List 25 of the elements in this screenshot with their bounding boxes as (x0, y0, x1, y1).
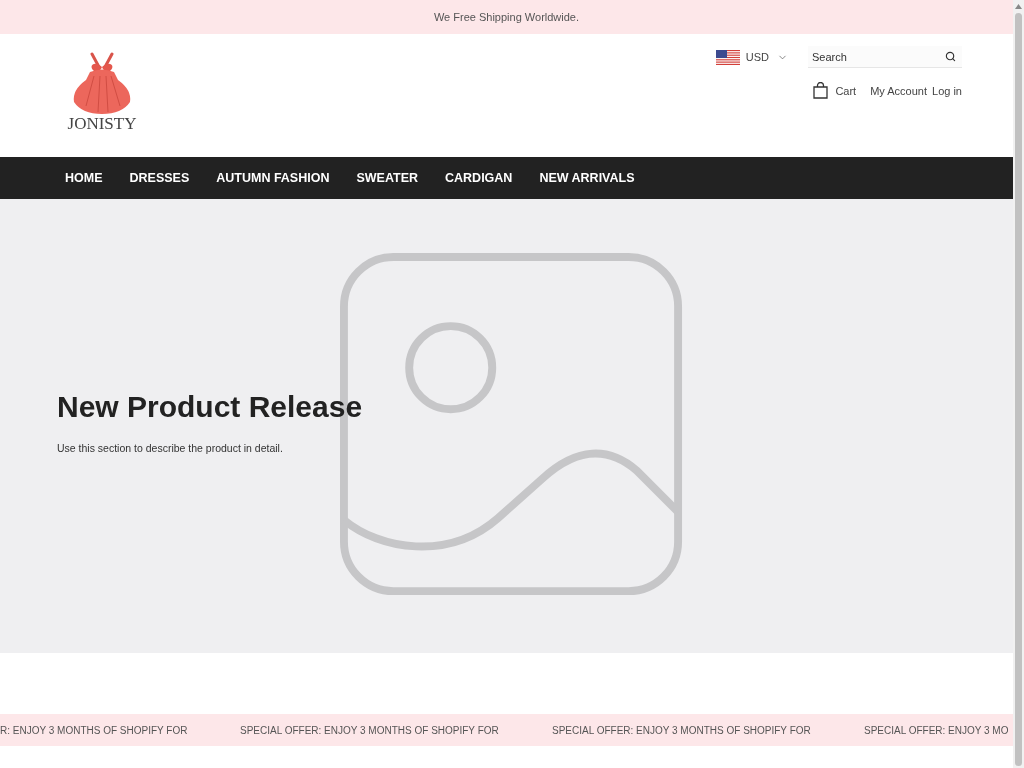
flag-icon (715, 49, 740, 65)
promo-text: SPECIAL OFFER: ENJOY 3 MO (864, 724, 1009, 736)
promo-text: SPECIAL OFFER: ENJOY 3 MONTHS OF SHOPIFY FOR (240, 724, 499, 736)
nav-link[interactable]: SWEATER (356, 171, 419, 185)
account-link[interactable]: My Account (870, 84, 927, 97)
nav-link[interactable]: HOME (65, 171, 103, 185)
nav-link[interactable]: CARDIGAN (445, 171, 513, 185)
scrollbar[interactable] (1013, 0, 1024, 768)
nav-link[interactable]: AUTUMN FASHION (216, 171, 330, 185)
search-field[interactable]: Search (808, 46, 962, 68)
announcement-text: We Free Shipping Worldwide. (433, 11, 580, 23)
promo-text: R: ENJOY 3 MONTHS OF SHOPIFY FOR (0, 724, 188, 736)
promo-text: SPECIAL OFFER: ENJOY 3 MONTHS OF SHOPIFY FOR (552, 724, 811, 736)
cart-link[interactable]: Cart (813, 82, 857, 99)
account-link[interactable]: Log in (932, 84, 962, 97)
hero-description: Use this section to describe the product in detail. (57, 442, 284, 454)
logo-wordmark[interactable]: JONISTY (67, 115, 137, 133)
search-icon[interactable] (945, 51, 956, 62)
nav-link[interactable]: DRESSES (129, 171, 190, 185)
nav-link[interactable]: NEW ARRIVALS (539, 171, 635, 185)
currency-selector[interactable]: USD (715, 49, 788, 65)
hero-title: New Product Release (57, 390, 363, 424)
shopping-bag-icon (813, 82, 829, 99)
scrollbar-thumb[interactable] (1015, 13, 1022, 766)
scroll-up-arrow-icon[interactable] (1015, 4, 1022, 9)
